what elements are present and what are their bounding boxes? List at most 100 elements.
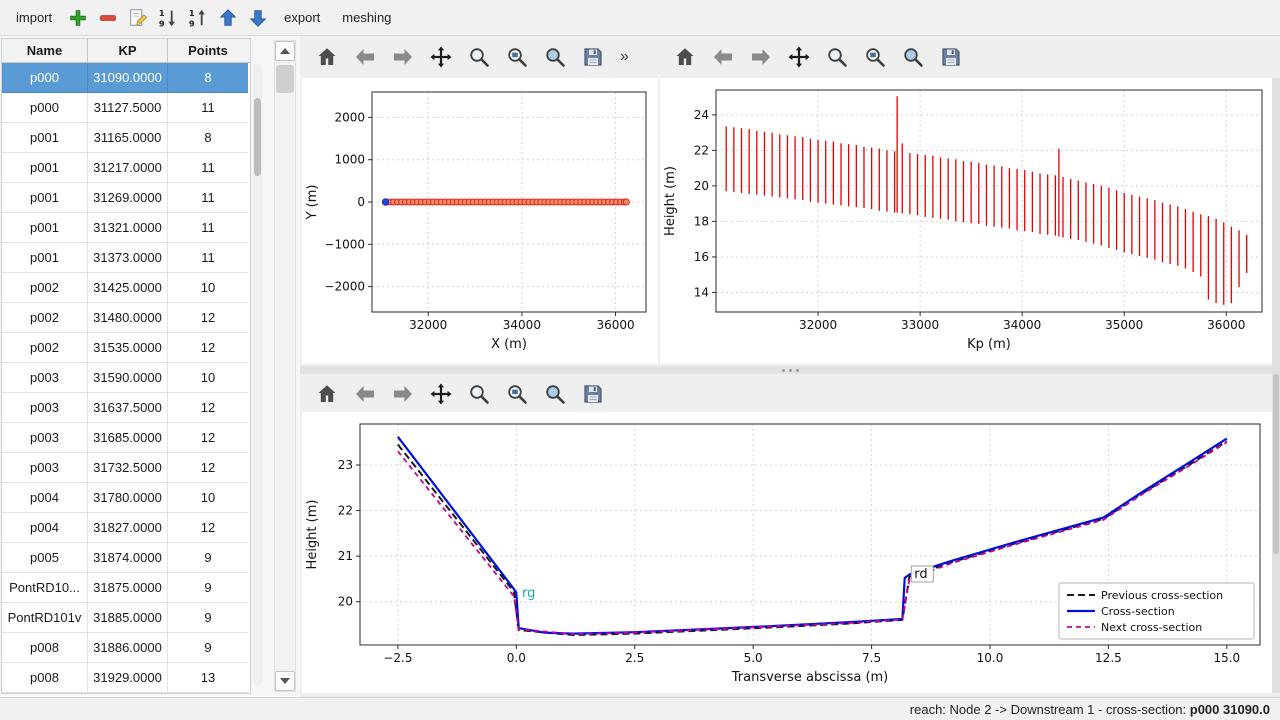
right-scrollbar[interactable] xyxy=(1272,78,1280,693)
status-bar: reach: Node 2 -> Downstream 1 - cross-se… xyxy=(0,697,1280,720)
table-row[interactable]: p00831929.000013 xyxy=(2,663,250,693)
table-scrollbar[interactable] xyxy=(253,64,262,686)
table-row[interactable]: p00131373.000011 xyxy=(2,243,250,273)
subplots-button[interactable] xyxy=(500,378,534,410)
longitudinal-profile-figure[interactable]: 3200033000340003500036000141618202224Kp … xyxy=(660,78,1272,364)
status-reach-text: reach: Node 2 -> Downstream 1 - cross-se… xyxy=(910,702,1190,717)
panel-scrollbar[interactable] xyxy=(274,40,296,692)
scroll-down-button[interactable] xyxy=(275,671,295,691)
customize-button[interactable] xyxy=(538,41,572,73)
edit-button[interactable] xyxy=(124,4,152,32)
zoom-button[interactable] xyxy=(462,41,496,73)
cell-kp: 31480.0000 xyxy=(88,303,168,333)
table-row[interactable]: p00331637.500012 xyxy=(2,393,250,423)
plan-view-chart[interactable]: 320003400036000−2000−1000010002000X (m)Y… xyxy=(302,78,658,364)
svg-text:1: 1 xyxy=(159,8,165,18)
forward-button[interactable] xyxy=(386,378,420,410)
zoom-icon xyxy=(825,45,849,69)
subplots-button[interactable] xyxy=(500,41,534,73)
forward-button[interactable] xyxy=(386,41,420,73)
customize-button[interactable] xyxy=(896,41,930,73)
sort-descending-button[interactable]: 19 xyxy=(184,4,212,32)
svg-text:2000: 2000 xyxy=(334,110,365,124)
home-button[interactable] xyxy=(310,41,344,73)
table-scrollbar-thumb[interactable] xyxy=(254,98,261,176)
svg-text:rg: rg xyxy=(522,586,535,601)
cell-name: p004 xyxy=(2,513,88,543)
table-row[interactable]: PontRD10...31875.00009 xyxy=(2,573,250,603)
table-row[interactable]: p00331685.000012 xyxy=(2,423,250,453)
svg-text:36000: 36000 xyxy=(596,318,634,332)
table-row[interactable]: p00431827.000012 xyxy=(2,513,250,543)
table-row[interactable]: p00831886.00009 xyxy=(2,633,250,663)
sort-ascending-button[interactable]: 19 xyxy=(154,4,182,32)
svg-text:7.5: 7.5 xyxy=(862,651,881,665)
table-row[interactable]: p00331732.500012 xyxy=(2,453,250,483)
column-header-name[interactable]: Name xyxy=(2,39,88,62)
table-row[interactable]: p00231425.000010 xyxy=(2,273,250,303)
customize-icon xyxy=(543,45,567,69)
back-button[interactable] xyxy=(348,378,382,410)
table-row[interactable]: p00131217.000011 xyxy=(2,153,250,183)
svg-text:10.0: 10.0 xyxy=(977,651,1004,665)
column-header-kp[interactable]: KP xyxy=(88,39,168,62)
table-row[interactable]: PontRD101v31885.00009 xyxy=(2,603,250,633)
zoom-button[interactable] xyxy=(462,378,496,410)
longitudinal-profile-chart[interactable]: 3200033000340003500036000141618202224Kp … xyxy=(660,78,1272,364)
table-row[interactable]: p00131321.000011 xyxy=(2,213,250,243)
save-button[interactable] xyxy=(576,41,610,73)
svg-text:14: 14 xyxy=(694,285,709,299)
subplots-icon xyxy=(505,45,529,69)
customize-button[interactable] xyxy=(538,378,572,410)
right-scrollbar-thumb[interactable] xyxy=(1273,374,1279,554)
column-header-points[interactable]: Points xyxy=(168,39,248,62)
move-up-icon xyxy=(217,7,239,29)
cell-points: 10 xyxy=(168,483,248,513)
remove-button[interactable] xyxy=(94,4,122,32)
move-up-button[interactable] xyxy=(214,4,242,32)
import-button[interactable]: import xyxy=(6,5,62,30)
cell-kp: 31165.0000 xyxy=(88,123,168,153)
cross-section-chart[interactable]: −2.50.02.55.07.510.012.515.020212223Tran… xyxy=(302,412,1272,693)
horizontal-splitter[interactable] xyxy=(300,366,1280,374)
table-row[interactable]: p00031090.00008 xyxy=(2,63,250,93)
cross-section-figure[interactable]: −2.50.02.55.07.510.012.515.020212223Tran… xyxy=(302,412,1272,693)
zoom-button[interactable] xyxy=(820,41,854,73)
table-row[interactable]: p00431780.000010 xyxy=(2,483,250,513)
svg-text:18: 18 xyxy=(694,214,709,228)
cell-points: 11 xyxy=(168,153,248,183)
save-button[interactable] xyxy=(576,378,610,410)
back-button[interactable] xyxy=(706,41,740,73)
table-row[interactable]: p00131165.00008 xyxy=(2,123,250,153)
table-row[interactable]: p00131269.000011 xyxy=(2,183,250,213)
cell-name: p002 xyxy=(2,273,88,303)
table-row[interactable]: p00231535.000012 xyxy=(2,333,250,363)
save-button[interactable] xyxy=(934,41,968,73)
toolbar-overflow-chevron[interactable]: » xyxy=(620,48,629,66)
pan-button[interactable] xyxy=(782,41,816,73)
forward-button[interactable] xyxy=(744,41,778,73)
home-icon xyxy=(315,45,339,69)
home-button[interactable] xyxy=(668,41,702,73)
table-row[interactable]: p00531874.00009 xyxy=(2,543,250,573)
pan-button[interactable] xyxy=(424,41,458,73)
export-button[interactable]: export xyxy=(274,5,330,30)
pan-button[interactable] xyxy=(424,378,458,410)
subplots-button[interactable] xyxy=(858,41,892,73)
add-button[interactable] xyxy=(64,4,92,32)
svg-text:22: 22 xyxy=(338,504,353,518)
table-row[interactable]: p00231480.000012 xyxy=(2,303,250,333)
cell-name: p008 xyxy=(2,663,88,693)
panel-scrollbar-thumb[interactable] xyxy=(276,65,294,93)
scroll-up-button[interactable] xyxy=(275,41,295,61)
move-down-button[interactable] xyxy=(244,4,272,32)
meshing-button[interactable]: meshing xyxy=(332,5,401,30)
pan-icon xyxy=(429,45,453,69)
cell-name: p003 xyxy=(2,453,88,483)
home-button[interactable] xyxy=(310,378,344,410)
table-row[interactable]: p00031127.500011 xyxy=(2,93,250,123)
back-button[interactable] xyxy=(348,41,382,73)
plan-view-figure[interactable]: 320003400036000−2000−1000010002000X (m)Y… xyxy=(302,78,658,364)
table-row[interactable]: p00331590.000010 xyxy=(2,363,250,393)
svg-text:32000: 32000 xyxy=(409,318,447,332)
